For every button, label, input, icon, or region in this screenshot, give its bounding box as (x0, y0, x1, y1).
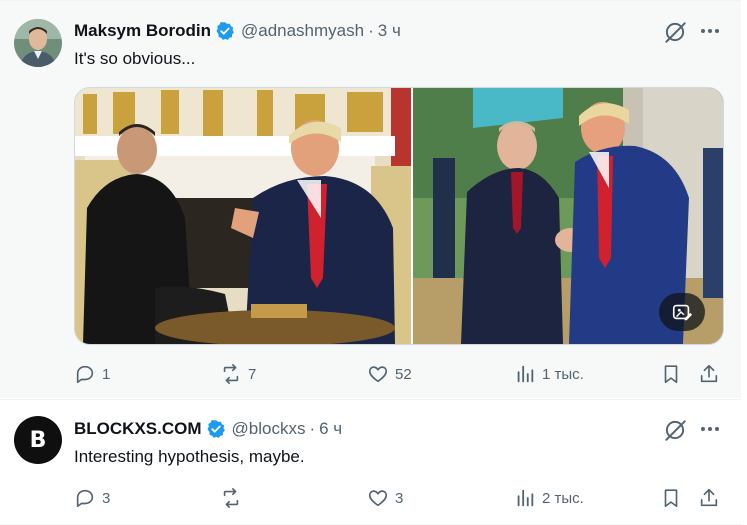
reply-icon (76, 365, 94, 384)
bookmark-icon (664, 489, 678, 508)
like-count: 3 (395, 489, 404, 507)
bookmark-button[interactable] (660, 486, 682, 510)
share-icon (700, 364, 718, 383)
share-button[interactable] (698, 486, 720, 510)
author-name[interactable]: Maksym Borodin (74, 21, 211, 41)
timestamp[interactable]: 3 ч (378, 21, 401, 41)
grok-icon[interactable] (662, 19, 688, 45)
reply-count: 3 (102, 489, 111, 507)
avatar[interactable]: B (14, 416, 62, 464)
author-handle[interactable]: @adnashmyash (241, 21, 364, 41)
repost-button[interactable]: 7 (220, 362, 256, 386)
avatar[interactable] (14, 19, 62, 67)
views-icon (517, 489, 534, 507)
author-handle[interactable]: @blockxs (232, 419, 306, 439)
verified-badge-icon (207, 420, 225, 438)
tweet-text: It's so obvious... (74, 49, 196, 68)
tweet-actions: 3 3 2 тыс. (74, 486, 722, 510)
more-icon[interactable] (698, 417, 722, 441)
reply-button[interactable]: 3 (74, 486, 110, 510)
verified-badge-icon (216, 22, 234, 40)
share-icon (700, 488, 718, 507)
views-button[interactable]: 1 тыс. (514, 362, 584, 386)
separator-dot: · (309, 419, 316, 438)
edit-photo-icon[interactable] (659, 293, 705, 331)
like-button[interactable]: 52 (367, 362, 412, 386)
tweet-header: BLOCKXS.COM @blockxs · 6 ч (74, 417, 342, 441)
repost-button[interactable] (220, 486, 248, 510)
tweet-text: Interesting hypothesis, maybe. (74, 447, 305, 466)
views-count: 2 тыс. (542, 489, 584, 507)
reply-icon (76, 489, 94, 508)
avatar-letter: B (29, 427, 47, 453)
separator-dot: · (368, 21, 374, 40)
more-icon[interactable] (698, 19, 722, 43)
tweet-media[interactable] (74, 87, 724, 345)
tweet-header: Maksym Borodin @adnashmyash · 3 ч (74, 19, 401, 43)
views-button[interactable]: 2 тыс. (514, 486, 584, 510)
repost-icon (223, 488, 239, 508)
like-count: 52 (395, 365, 412, 383)
like-icon (368, 366, 388, 383)
like-button[interactable]: 3 (367, 486, 403, 510)
reply-count: 1 (102, 365, 111, 383)
grok-icon[interactable] (662, 417, 688, 443)
bookmark-icon (664, 365, 678, 384)
repost-count: 7 (248, 365, 257, 383)
share-button[interactable] (698, 362, 720, 386)
views-icon (517, 365, 534, 383)
author-name[interactable]: BLOCKXS.COM (74, 419, 202, 439)
reply-button[interactable]: 1 (74, 362, 110, 386)
like-icon (368, 490, 388, 507)
repost-icon (223, 364, 239, 384)
tweet-actions: 1 7 52 1 тыс. (74, 362, 722, 386)
tweet[interactable]: Maksym Borodin @adnashmyash · 3 ч It's s… (0, 0, 741, 398)
bookmark-button[interactable] (660, 362, 682, 386)
photo-left[interactable] (75, 88, 411, 344)
views-count: 1 тыс. (542, 365, 584, 383)
tweet[interactable]: B BLOCKXS.COM @blockxs · 6 ч Interesting… (0, 399, 741, 525)
timestamp[interactable]: 6 ч (319, 419, 342, 439)
